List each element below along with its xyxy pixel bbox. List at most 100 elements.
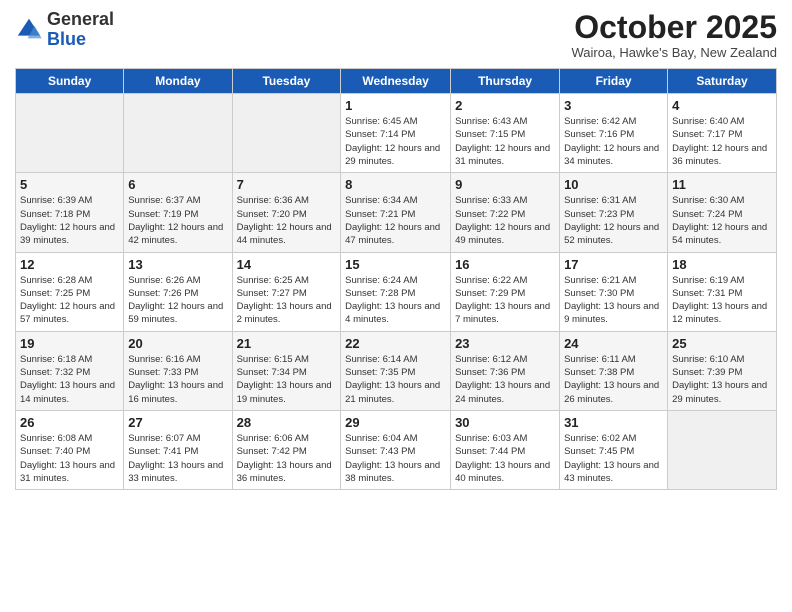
cell-date-number: 21 <box>237 336 337 351</box>
cell-date-number: 3 <box>564 98 663 113</box>
cell-date-number: 28 <box>237 415 337 430</box>
month-title: October 2025 <box>571 10 777 45</box>
day-cell-27: 27 Sunrise: 6:07 AM Sunset: 7:41 PM Dayli… <box>124 410 232 489</box>
cell-date-number: 8 <box>345 177 446 192</box>
cell-daylight-info: Sunrise: 6:14 AM Sunset: 7:35 PM Dayligh… <box>345 353 446 406</box>
cell-daylight-info: Sunrise: 6:30 AM Sunset: 7:24 PM Dayligh… <box>672 194 772 247</box>
cell-date-number: 2 <box>455 98 555 113</box>
cell-date-number: 20 <box>128 336 227 351</box>
day-cell-3: 3Sunrise: 6:42 AM Sunset: 7:16 PM Daylig… <box>560 94 668 173</box>
cell-date-number: 9 <box>455 177 555 192</box>
day-header-thursday: Thursday <box>451 69 560 94</box>
cell-daylight-info: Sunrise: 6:16 AM Sunset: 7:33 PM Dayligh… <box>128 353 227 406</box>
cell-date-number: 23 <box>455 336 555 351</box>
cell-daylight-info: Sunrise: 6:19 AM Sunset: 7:31 PM Dayligh… <box>672 274 772 327</box>
day-header-wednesday: Wednesday <box>341 69 451 94</box>
day-cell-4: 4 Sunrise: 6:40 AM Sunset: 7:17 PM Daylig… <box>668 94 777 173</box>
day-header-monday: Monday <box>124 69 232 94</box>
day-cell-26: 26Sunrise: 6:08 AM Sunset: 7:40 PM Dayli… <box>16 410 124 489</box>
day-cell-empty <box>16 94 124 173</box>
day-cell-18: 18 Sunrise: 6:19 AM Sunset: 7:31 PM Dayli… <box>668 252 777 331</box>
calendar-container: General Blue October 2025 Wairoa, Hawke'… <box>0 0 792 500</box>
logo-blue-text: Blue <box>47 29 86 49</box>
cell-date-number: 13 <box>128 257 227 272</box>
cell-daylight-info: Sunrise: 6:43 AM Sunset: 7:15 PM Dayligh… <box>455 115 555 168</box>
cell-daylight-info: Sunrise: 6:31 AM Sunset: 7:23 PM Dayligh… <box>564 194 663 247</box>
cell-date-number: 1 <box>345 98 446 113</box>
cell-daylight-info: Sunrise: 6:33 AM Sunset: 7:22 PM Dayligh… <box>455 194 555 247</box>
cell-daylight-info: Sunrise: 6:22 AM Sunset: 7:29 PM Dayligh… <box>455 274 555 327</box>
cell-daylight-info: Sunrise: 6:03 AM Sunset: 7:44 PM Dayligh… <box>455 432 555 485</box>
cell-daylight-info: Sunrise: 6:06 AM Sunset: 7:42 PM Dayligh… <box>237 432 337 485</box>
cell-date-number: 19 <box>20 336 119 351</box>
day-cell-22: 22 Sunrise: 6:14 AM Sunset: 7:35 PM Dayli… <box>341 331 451 410</box>
cell-daylight-info: Sunrise: 6:18 AM Sunset: 7:32 PM Dayligh… <box>20 353 119 406</box>
cell-date-number: 5 <box>20 177 119 192</box>
cell-date-number: 17 <box>564 257 663 272</box>
day-cell-19: 19 Sunrise: 6:18 AM Sunset: 7:32 PM Dayli… <box>16 331 124 410</box>
day-cell-11: 11 Sunrise: 6:30 AM Sunset: 7:24 PM Dayli… <box>668 173 777 252</box>
cell-daylight-info: Sunrise: 6:40 AM Sunset: 7:17 PM Dayligh… <box>672 115 772 168</box>
cell-date-number: 27 <box>128 415 227 430</box>
day-cell-24: 24Sunrise: 6:11 AM Sunset: 7:38 PM Dayli… <box>560 331 668 410</box>
day-header-row: SundayMondayTuesdayWednesdayThursdayFrid… <box>16 69 777 94</box>
cell-date-number: 22 <box>345 336 446 351</box>
logo-general-text: General <box>47 9 114 29</box>
day-header-saturday: Saturday <box>668 69 777 94</box>
day-cell-31: 31 Sunrise: 6:02 AM Sunset: 7:45 PM Dayli… <box>560 410 668 489</box>
cell-daylight-info: Sunrise: 6:15 AM Sunset: 7:34 PM Dayligh… <box>237 353 337 406</box>
cell-date-number: 11 <box>672 177 772 192</box>
cell-daylight-info: Sunrise: 6:24 AM Sunset: 7:28 PM Dayligh… <box>345 274 446 327</box>
day-cell-28: 28 Sunrise: 6:06 AM Sunset: 7:42 PM Dayli… <box>232 410 341 489</box>
cell-date-number: 6 <box>128 177 227 192</box>
day-cell-6: 6 Sunrise: 6:37 AM Sunset: 7:19 PM Daylig… <box>124 173 232 252</box>
cell-daylight-info: Sunrise: 6:02 AM Sunset: 7:45 PM Dayligh… <box>564 432 663 485</box>
day-cell-12: 12Sunrise: 6:28 AM Sunset: 7:25 PM Dayli… <box>16 252 124 331</box>
day-header-friday: Friday <box>560 69 668 94</box>
day-cell-1: 1 Sunrise: 6:45 AM Sunset: 7:14 PM Daylig… <box>341 94 451 173</box>
day-cell-15: 15 Sunrise: 6:24 AM Sunset: 7:28 PM Dayli… <box>341 252 451 331</box>
day-cell-16: 16 Sunrise: 6:22 AM Sunset: 7:29 PM Dayli… <box>451 252 560 331</box>
cell-date-number: 24 <box>564 336 663 351</box>
cell-date-number: 29 <box>345 415 446 430</box>
header: General Blue October 2025 Wairoa, Hawke'… <box>15 10 777 60</box>
day-cell-23: 23Sunrise: 6:12 AM Sunset: 7:36 PM Dayli… <box>451 331 560 410</box>
cell-daylight-info: Sunrise: 6:25 AM Sunset: 7:27 PM Dayligh… <box>237 274 337 327</box>
cell-date-number: 10 <box>564 177 663 192</box>
cell-daylight-info: Sunrise: 6:39 AM Sunset: 7:18 PM Dayligh… <box>20 194 119 247</box>
week-row-2: 5 Sunrise: 6:39 AM Sunset: 7:18 PM Daylig… <box>16 173 777 252</box>
day-cell-5: 5 Sunrise: 6:39 AM Sunset: 7:18 PM Daylig… <box>16 173 124 252</box>
day-cell-2: 2 Sunrise: 6:43 AM Sunset: 7:15 PM Daylig… <box>451 94 560 173</box>
cell-date-number: 15 <box>345 257 446 272</box>
logo-icon <box>15 16 43 44</box>
cell-date-number: 25 <box>672 336 772 351</box>
cell-daylight-info: Sunrise: 6:37 AM Sunset: 7:19 PM Dayligh… <box>128 194 227 247</box>
cell-date-number: 30 <box>455 415 555 430</box>
week-row-5: 26Sunrise: 6:08 AM Sunset: 7:40 PM Dayli… <box>16 410 777 489</box>
day-cell-8: 8Sunrise: 6:34 AM Sunset: 7:21 PM Daylig… <box>341 173 451 252</box>
day-cell-17: 17Sunrise: 6:21 AM Sunset: 7:30 PM Dayli… <box>560 252 668 331</box>
day-cell-empty <box>124 94 232 173</box>
title-block: October 2025 Wairoa, Hawke's Bay, New Ze… <box>571 10 777 60</box>
cell-daylight-info: Sunrise: 6:26 AM Sunset: 7:26 PM Dayligh… <box>128 274 227 327</box>
cell-date-number: 4 <box>672 98 772 113</box>
day-cell-21: 21 Sunrise: 6:15 AM Sunset: 7:34 PM Dayli… <box>232 331 341 410</box>
cell-daylight-info: Sunrise: 6:07 AM Sunset: 7:41 PM Dayligh… <box>128 432 227 485</box>
week-row-4: 19 Sunrise: 6:18 AM Sunset: 7:32 PM Dayli… <box>16 331 777 410</box>
cell-date-number: 16 <box>455 257 555 272</box>
cell-daylight-info: Sunrise: 6:45 AM Sunset: 7:14 PM Dayligh… <box>345 115 446 168</box>
day-cell-7: 7 Sunrise: 6:36 AM Sunset: 7:20 PM Daylig… <box>232 173 341 252</box>
day-cell-10: 10 Sunrise: 6:31 AM Sunset: 7:23 PM Dayli… <box>560 173 668 252</box>
cell-date-number: 12 <box>20 257 119 272</box>
cell-date-number: 7 <box>237 177 337 192</box>
cell-date-number: 31 <box>564 415 663 430</box>
day-cell-14: 14Sunrise: 6:25 AM Sunset: 7:27 PM Dayli… <box>232 252 341 331</box>
cell-date-number: 18 <box>672 257 772 272</box>
logo: General Blue <box>15 10 114 50</box>
cell-daylight-info: Sunrise: 6:04 AM Sunset: 7:43 PM Dayligh… <box>345 432 446 485</box>
week-row-3: 12Sunrise: 6:28 AM Sunset: 7:25 PM Dayli… <box>16 252 777 331</box>
cell-daylight-info: Sunrise: 6:36 AM Sunset: 7:20 PM Dayligh… <box>237 194 337 247</box>
location-subtitle: Wairoa, Hawke's Bay, New Zealand <box>571 45 777 60</box>
day-cell-13: 13 Sunrise: 6:26 AM Sunset: 7:26 PM Dayli… <box>124 252 232 331</box>
cell-date-number: 26 <box>20 415 119 430</box>
